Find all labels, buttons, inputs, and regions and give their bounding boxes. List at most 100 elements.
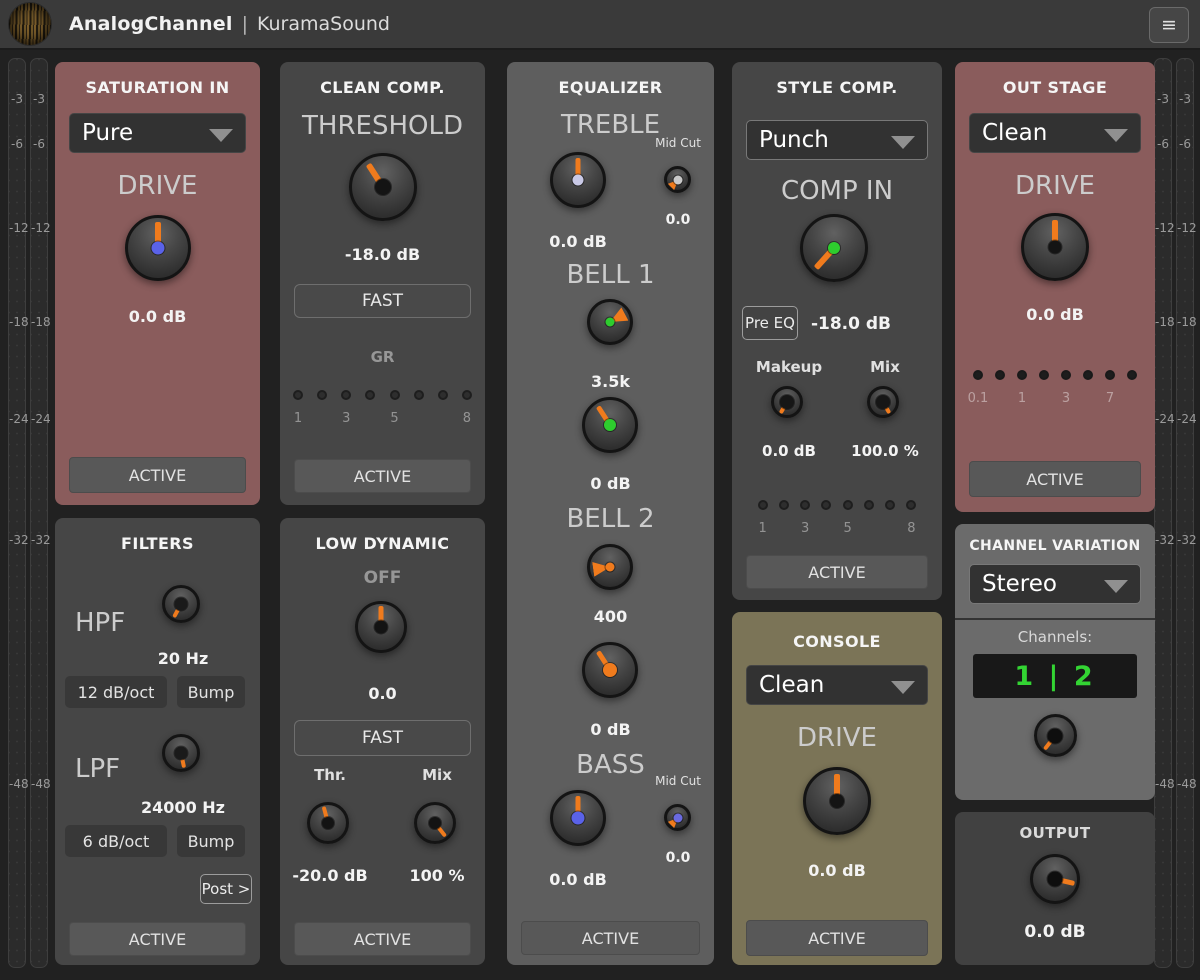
dropdown-value: Pure — [82, 120, 133, 146]
menu-button[interactable]: ≡ — [1149, 7, 1189, 43]
channel-variation-dropdown[interactable]: Stereo — [969, 564, 1141, 604]
panel-channel-variation: CHANNEL VARIATION Stereo Channels: 1 | 2 — [955, 524, 1155, 800]
panel-title: OUTPUT — [955, 812, 1155, 842]
saturation-type-dropdown[interactable]: Pure — [69, 113, 246, 153]
panel-output: OUTPUT 0.0 dB — [955, 812, 1155, 965]
comp-in-label: COMP IN — [732, 176, 942, 206]
input-meter-left-1: -3-6-12-18-24-32-48 — [8, 58, 26, 968]
chevron-down-icon — [1104, 129, 1128, 142]
treble-midcut-knob[interactable] — [664, 166, 691, 193]
pre-eq-button[interactable]: Pre EQ — [742, 306, 798, 340]
midcut2-label: Mid Cut — [648, 774, 708, 788]
saturation-active-button[interactable]: ACTIVE — [69, 457, 246, 493]
bass-gain-knob[interactable] — [550, 790, 606, 846]
divider — [955, 618, 1155, 620]
low-dynamic-mix-knob[interactable] — [414, 802, 456, 844]
out-stage-drive-knob[interactable] — [1021, 213, 1089, 281]
style-comp-gr-dots: 1358 — [746, 498, 928, 536]
channel-variation-knob[interactable] — [1034, 714, 1077, 757]
drive-label: DRIVE — [55, 171, 260, 201]
thr-label: Thr. — [290, 766, 370, 784]
lpf-label: LPF — [75, 754, 120, 784]
bell1-freq-knob[interactable] — [587, 299, 633, 345]
out-stage-active-button[interactable]: ACTIVE — [969, 461, 1141, 497]
filters-post-button[interactable]: Post > — [200, 874, 252, 904]
output-meter-right-1: -3-6-12-18-24-32-48 — [1154, 58, 1172, 968]
channels-display: 1 | 2 — [973, 654, 1137, 698]
mix-value: 100.0 % — [835, 442, 935, 460]
hpf-bump-button[interactable]: Bump — [177, 676, 245, 708]
bell2-freq-knob[interactable] — [587, 544, 633, 590]
thr-value: -20.0 dB — [280, 866, 380, 885]
saturation-drive-knob[interactable] — [125, 215, 191, 281]
clean-comp-threshold-knob[interactable] — [349, 153, 417, 221]
style-comp-active-button[interactable]: ACTIVE — [746, 555, 928, 589]
hpf-value: 20 Hz — [123, 649, 243, 668]
panel-style-comp: STYLE COMP. Punch COMP IN Pre EQ -18.0 d… — [732, 62, 942, 600]
brand-name: AnalogChannel — [69, 13, 233, 35]
hpf-label: HPF — [75, 608, 125, 638]
panel-low-dynamic: LOW DYNAMIC OFF 0.0 FAST Thr. Mix -20.0 … — [280, 518, 485, 965]
panel-out-stage: OUT STAGE Clean DRIVE 0.0 dB 0.1137 ACTI… — [955, 62, 1155, 512]
panel-clean-comp: CLEAN COMP. THRESHOLD -18.0 dB FAST GR 1… — [280, 62, 485, 505]
panel-title: LOW DYNAMIC — [280, 518, 485, 553]
panel-console: CONSOLE Clean DRIVE 0.0 dB ACTIVE — [732, 612, 942, 965]
panel-title: STYLE COMP. — [732, 62, 942, 97]
low-dynamic-main-knob[interactable] — [355, 601, 407, 653]
drive-value: 0.0 dB — [55, 307, 260, 326]
panel-title: CHANNEL VARIATION — [955, 524, 1155, 554]
out-stage-dots: 0.1137 — [955, 368, 1155, 406]
bell2-gain-knob[interactable] — [582, 642, 638, 698]
lpf-bump-button[interactable]: Bump — [177, 825, 245, 857]
filters-active-button[interactable]: ACTIVE — [69, 922, 246, 956]
lpf-value: 24000 Hz — [123, 798, 243, 817]
hpf-slope-button[interactable]: 12 dB/oct — [65, 676, 167, 708]
mix-label: Mix — [397, 766, 477, 784]
low-dynamic-threshold-knob[interactable] — [307, 802, 349, 844]
low-dynamic-fast-button[interactable]: FAST — [294, 720, 471, 756]
brand-separator: | — [242, 13, 248, 35]
panel-title: FILTERS — [55, 518, 260, 553]
comp-in-value: -18.0 dB — [796, 314, 906, 334]
bass-midcut-knob[interactable] — [664, 804, 691, 831]
output-value: 0.0 dB — [955, 922, 1155, 942]
hpf-freq-knob[interactable] — [162, 585, 200, 623]
console-type-dropdown[interactable]: Clean — [746, 665, 928, 705]
console-drive-knob[interactable] — [803, 767, 871, 835]
style-mix-knob[interactable] — [867, 386, 899, 418]
midcut-label: Mid Cut — [648, 136, 708, 150]
gr-meter-dots: 1358 — [280, 388, 485, 426]
output-gain-knob[interactable] — [1030, 854, 1080, 904]
console-active-button[interactable]: ACTIVE — [746, 920, 928, 956]
makeup-label: Makeup — [749, 358, 829, 376]
style-comp-dropdown[interactable]: Punch — [746, 120, 928, 160]
dropdown-value: Clean — [982, 120, 1047, 146]
gr-label: GR — [280, 348, 485, 366]
lpf-slope-button[interactable]: 6 dB/oct — [65, 825, 167, 857]
bell1-gain-knob[interactable] — [582, 397, 638, 453]
drive-label: DRIVE — [955, 171, 1155, 201]
panel-title: SATURATION IN — [55, 62, 260, 97]
equalizer-active-button[interactable]: ACTIVE — [521, 921, 700, 955]
treble-gain-knob[interactable] — [550, 152, 606, 208]
drive-value: 0.0 dB — [955, 305, 1155, 324]
low-dynamic-active-button[interactable]: ACTIVE — [294, 922, 471, 956]
output-meter-right-2: -3-6-12-18-24-32-48 — [1176, 58, 1194, 968]
clean-comp-active-button[interactable]: ACTIVE — [294, 459, 471, 493]
lpf-freq-knob[interactable] — [162, 734, 200, 772]
comp-in-knob[interactable] — [800, 214, 868, 282]
chevron-down-icon — [1104, 580, 1128, 593]
makeup-knob[interactable] — [771, 386, 803, 418]
bell1-gain-value: 0 dB — [507, 474, 714, 493]
out-stage-dropdown[interactable]: Clean — [969, 113, 1141, 153]
clean-comp-fast-button[interactable]: FAST — [294, 284, 471, 318]
dropdown-value: Stereo — [982, 571, 1057, 597]
panel-saturation-in: SATURATION IN Pure DRIVE 0.0 dB ACTIVE — [55, 62, 260, 505]
bass-value: 0.0 dB — [528, 870, 628, 889]
panel-filters: FILTERS HPF 20 Hz 12 dB/oct Bump LPF 240… — [55, 518, 260, 965]
bell2-label: BELL 2 — [507, 504, 714, 534]
bell2-gain-value: 0 dB — [507, 720, 714, 739]
bell2-freq-value: 400 — [507, 607, 714, 626]
dropdown-value: Clean — [759, 672, 824, 698]
drive-label: DRIVE — [732, 723, 942, 753]
